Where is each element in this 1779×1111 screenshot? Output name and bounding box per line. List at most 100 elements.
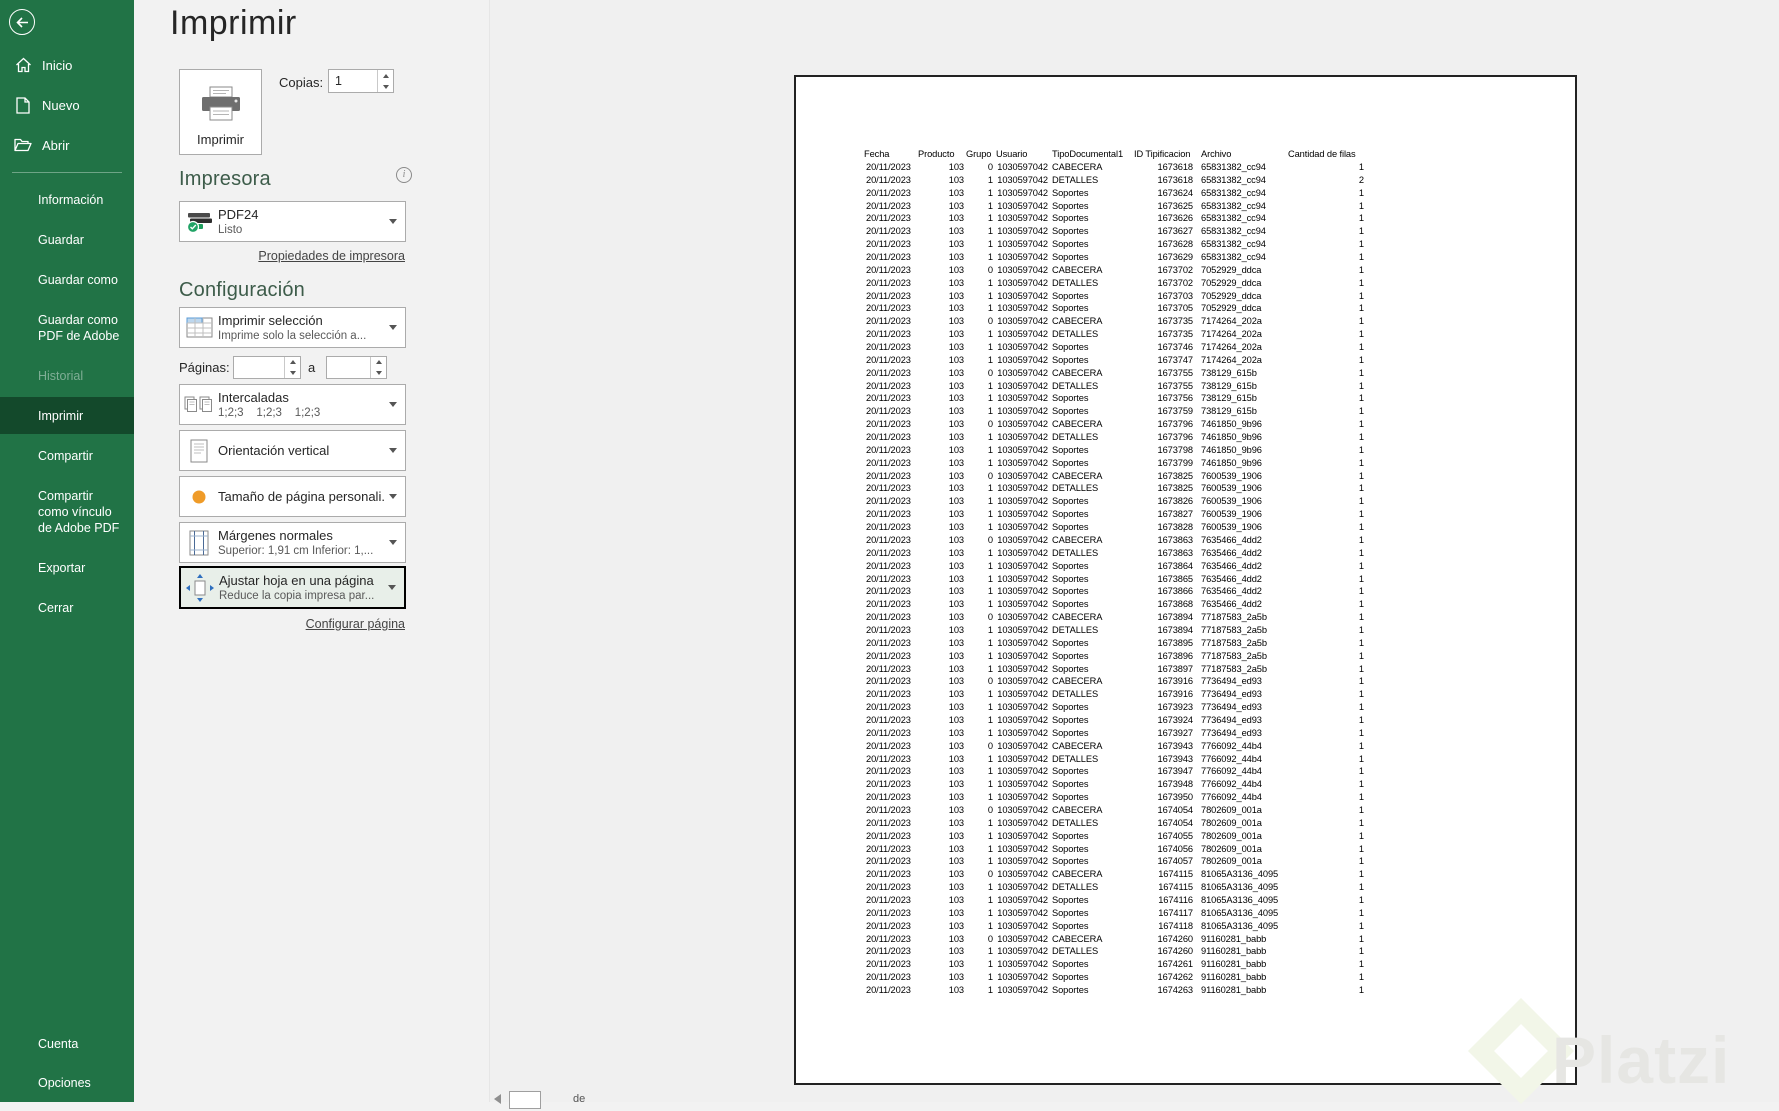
column-header: ID Tipificacion	[1134, 149, 1191, 159]
sidebar-item-opciones[interactable]: Opciones	[38, 1076, 91, 1090]
table-cell: 1	[1358, 702, 1364, 713]
copies-input[interactable]	[329, 70, 382, 92]
sidebar-item-inicio[interactable]: Inicio	[14, 55, 72, 75]
sidebar-item-abrir[interactable]: Abrir	[14, 135, 69, 155]
table-cell: Soportes	[1052, 972, 1089, 983]
pages-to-input[interactable]	[327, 357, 375, 378]
table-cell: 20/11/2023	[866, 792, 911, 803]
print-button[interactable]: Imprimir	[179, 69, 262, 155]
custom-size-icon	[180, 489, 218, 505]
table-cell: 1	[1358, 740, 1364, 751]
table-row: 20/11/2023 103 1 1030597042 DETALLES 1673755 7…	[796, 380, 1575, 393]
table-cell: 1674115	[1158, 869, 1193, 880]
table-row: 20/11/2023 103 0 1030597042 CABECERA 1674115 8…	[796, 868, 1575, 881]
collation-dropdown[interactable]: Intercaladas 1;2;3 1;2;3 1;2;3	[179, 384, 406, 425]
orientation-dropdown[interactable]: Orientación vertical	[179, 430, 406, 471]
sidebar-item-compartir[interactable]: Compartir	[0, 448, 134, 464]
table-cell: DETALLES	[1052, 380, 1099, 391]
table-cell: 20/11/2023	[866, 676, 911, 687]
table-cell: 1673627	[1157, 226, 1194, 237]
table-cell: 1674056	[1157, 843, 1194, 854]
sidebar-item-exportar[interactable]: Exportar	[0, 560, 134, 576]
table-cell: 81065A3136_4095	[1201, 907, 1279, 918]
margins-icon	[180, 530, 218, 556]
table-cell: CABECERA	[1052, 419, 1103, 430]
table-cell: 1	[987, 354, 993, 365]
table-cell: 1	[987, 522, 993, 533]
back-button[interactable]	[9, 9, 35, 35]
table-cell: 20/11/2023	[866, 162, 911, 172]
table-cell: 1030597042	[997, 162, 1048, 172]
table-cell: 1030597042	[997, 907, 1048, 918]
table-row: 20/11/2023 103 1 1030597042 Soportes 1674055 7…	[796, 830, 1575, 843]
table-row: 20/11/2023 103 1 1030597042 Soportes 1673828 7…	[796, 521, 1575, 534]
sidebar-item-guardar-como[interactable]: Guardar como	[0, 272, 134, 288]
sidebar-item-imprimir[interactable]: Imprimir	[0, 397, 134, 434]
table-cell: 1	[1358, 316, 1364, 327]
paper-size-dropdown[interactable]: Tamaño de página personali...	[179, 476, 406, 517]
copies-spin-buttons[interactable]	[377, 70, 393, 92]
margins-dropdown[interactable]: Márgenes normales Superior: 1,91 cm Infe…	[179, 522, 406, 563]
pages-to-stepper	[326, 356, 387, 379]
sidebar-item-label: Guardar como	[38, 273, 118, 287]
table-cell: 1030597042	[997, 316, 1048, 327]
sidebar-item-cerrar[interactable]: Cerrar	[0, 600, 134, 616]
sidebar-item-guardar-como-pdf-de-adobe[interactable]: Guardar como PDF de Adobe	[0, 312, 134, 344]
sidebar-item-nuevo[interactable]: Nuevo	[14, 95, 80, 115]
table-cell: Soportes	[1052, 213, 1089, 224]
table-cell: 0	[987, 740, 993, 751]
pages-to-spin-buttons[interactable]	[370, 357, 386, 378]
table-cell: 1	[1358, 213, 1364, 224]
info-icon[interactable]: i	[396, 167, 412, 183]
sidebar-item-cuenta[interactable]: Cuenta	[38, 1037, 78, 1051]
sidebar-item-compartir-como-vinculo-de-adobe-pdf[interactable]: Compartir como vínculo de Adobe PDF	[0, 488, 134, 536]
scaling-dropdown[interactable]: Ajustar hoja en una página Reduce la cop…	[179, 566, 406, 609]
table-row: 20/11/2023 103 0 1030597042 CABECERA 1674260 9…	[796, 933, 1575, 946]
table-cell: Soportes	[1052, 509, 1089, 520]
sidebar-item-guardar[interactable]: Guardar	[0, 232, 134, 248]
table-cell: 1673895	[1157, 637, 1194, 648]
table-cell: 1	[987, 174, 993, 185]
table-cell: 1	[1358, 264, 1364, 275]
table-cell: 1	[987, 509, 993, 520]
table-row: 20/11/2023 103 0 1030597042 CABECERA 1673702 7…	[796, 264, 1575, 277]
table-cell: 1	[1358, 393, 1364, 404]
previous-page-icon[interactable]	[494, 1094, 501, 1104]
table-cell: 1	[987, 843, 993, 854]
table-cell: 1030597042	[997, 856, 1048, 867]
pages-from-input[interactable]	[234, 357, 289, 378]
scaling-title: Ajustar hoja en una página	[219, 572, 374, 588]
portrait-page-icon	[180, 439, 218, 463]
table-cell: 1673703	[1157, 290, 1194, 301]
table-cell: 20/11/2023	[866, 599, 911, 610]
table-row: 20/11/2023 103 1 1030597042 Soportes 1673799 7…	[796, 457, 1575, 470]
table-cell: 1030597042	[997, 277, 1048, 288]
table-cell: 1030597042	[997, 817, 1048, 828]
table-cell: 1	[987, 907, 993, 918]
table-row: 20/11/2023 103 1 1030597042 Soportes 1673827 7…	[796, 508, 1575, 521]
table-cell: 1	[987, 599, 993, 610]
table-row: 20/11/2023 103 1 1030597042 DETALLES 1673943 7…	[796, 753, 1575, 766]
sidebar-item-informacion[interactable]: Información	[0, 192, 134, 208]
preview-table: Fecha Producto Grupo Usuario TipoDocumental1…	[796, 77, 1575, 1083]
table-cell: CABECERA	[1052, 869, 1103, 880]
table-cell: 1673618	[1157, 174, 1194, 185]
table-cell: 103	[948, 740, 964, 751]
pages-from-spin-buttons[interactable]	[284, 357, 300, 378]
sidebar-divider	[12, 172, 122, 173]
table-cell: Soportes	[1052, 856, 1089, 867]
page-setup-link[interactable]: Configurar página	[227, 617, 405, 631]
table-row: 20/11/2023 103 1 1030597042 DETALLES 1674260 9…	[796, 945, 1575, 958]
table-row: 20/11/2023 103 1 1030597042 Soportes 1673924 7…	[796, 714, 1575, 727]
print-what-dropdown[interactable]: Imprimir selección Imprime solo la selec…	[179, 307, 406, 348]
table-row: 20/11/2023 103 0 1030597042 CABECERA 1673618 6…	[796, 161, 1575, 174]
table-cell: 1674262	[1157, 972, 1194, 983]
table-cell: 1030597042	[997, 573, 1048, 584]
table-cell: 1	[987, 252, 993, 263]
table-cell: 1674055	[1157, 830, 1194, 841]
page-number-input[interactable]	[509, 1091, 541, 1109]
printer-select[interactable]: PDF24 Listo	[179, 201, 406, 242]
printer-properties-link[interactable]: Propiedades de impresora	[227, 249, 405, 263]
table-cell: DETALLES	[1052, 174, 1099, 185]
table-cell: 7802609_001a	[1201, 856, 1262, 867]
